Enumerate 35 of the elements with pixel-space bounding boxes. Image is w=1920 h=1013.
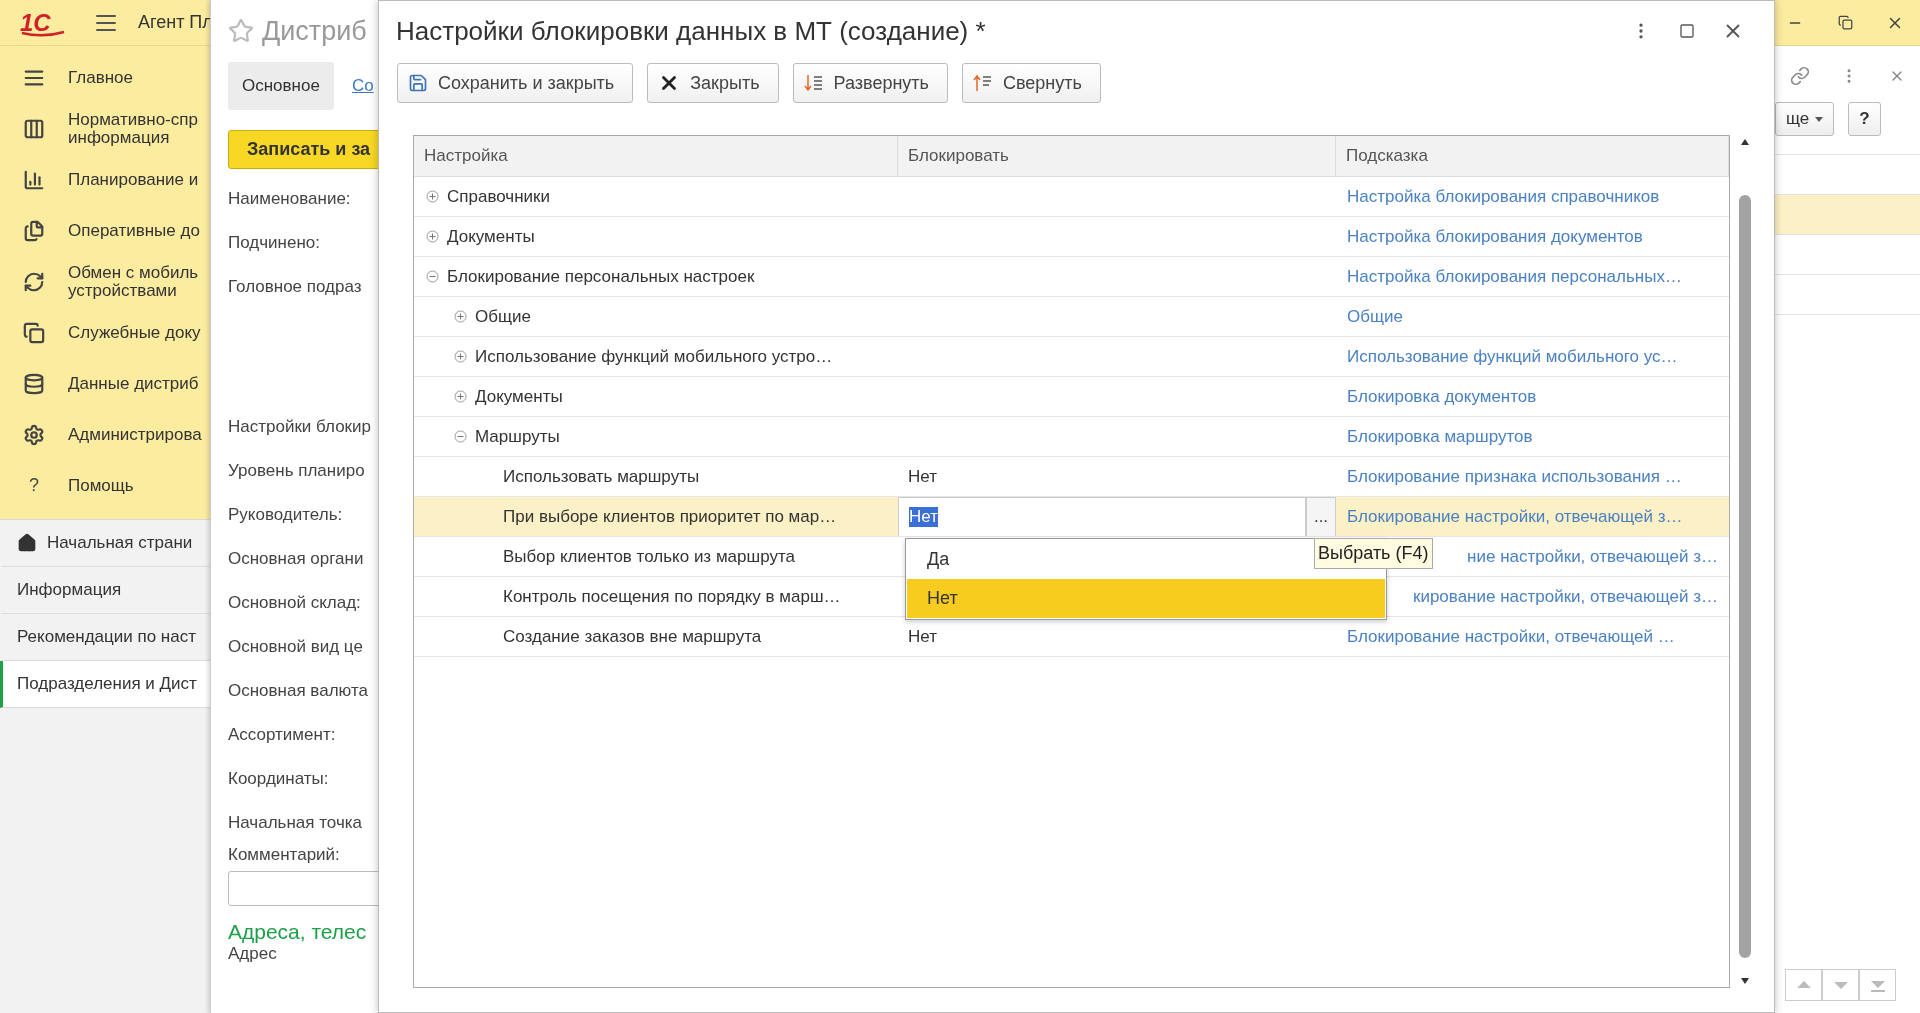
section-title: Адреса, телес [228, 920, 368, 944]
setting-name: Использование функций мобильного устро… [475, 346, 833, 367]
field-label: Комментарий: [228, 845, 341, 865]
field-label: Подчинено: [228, 233, 320, 252]
field-label: Руководитель: [228, 505, 343, 524]
setting-name: Маршруты [475, 426, 560, 447]
value-text: Нет [908, 466, 937, 487]
field-label: Основная органи [228, 549, 364, 568]
field-label: Основной вид це [228, 637, 363, 656]
setting-name: Создание заказов вне маршрута [503, 626, 762, 647]
field-label: Начальная точка [228, 813, 363, 832]
form-title: Дистриб [262, 15, 367, 47]
field-label: Уровень планиро [228, 461, 365, 480]
field-label: Основная валюта [228, 681, 368, 700]
value-text: Нет [908, 626, 937, 647]
setting-name: Контроль посещения по порядку в марш… [503, 586, 841, 607]
setting-name: Справочники [447, 186, 550, 207]
help-icon: ? [29, 476, 39, 495]
field-label: Наименование: [228, 189, 351, 208]
field-label: Настройки блокир [228, 417, 371, 436]
dialog-title: Настройки блокировки данных в МТ (создание) * [396, 15, 987, 47]
field-label: Координаты: [228, 769, 329, 788]
setting-name: Документы [447, 226, 535, 247]
app-logo: 1С [20, 6, 66, 39]
field-label: Основной склад: [228, 593, 361, 612]
setting-name: Выбор клиентов только из маршрута [503, 546, 795, 567]
tooltip: Выбрать (F4) [1314, 538, 1433, 569]
setting-name: При выборе клиентов приоритет по мар… [503, 506, 837, 527]
field-label: Ассортимент: [228, 725, 336, 744]
field-label: Адрес [228, 944, 278, 964]
setting-name: Документы [475, 386, 563, 407]
setting-name: Использовать маршруты [503, 466, 700, 487]
field-label: Головное подраз [228, 277, 362, 296]
setting-name: Блокирование персональных настроек [447, 266, 755, 287]
setting-name: Общие [475, 306, 531, 327]
